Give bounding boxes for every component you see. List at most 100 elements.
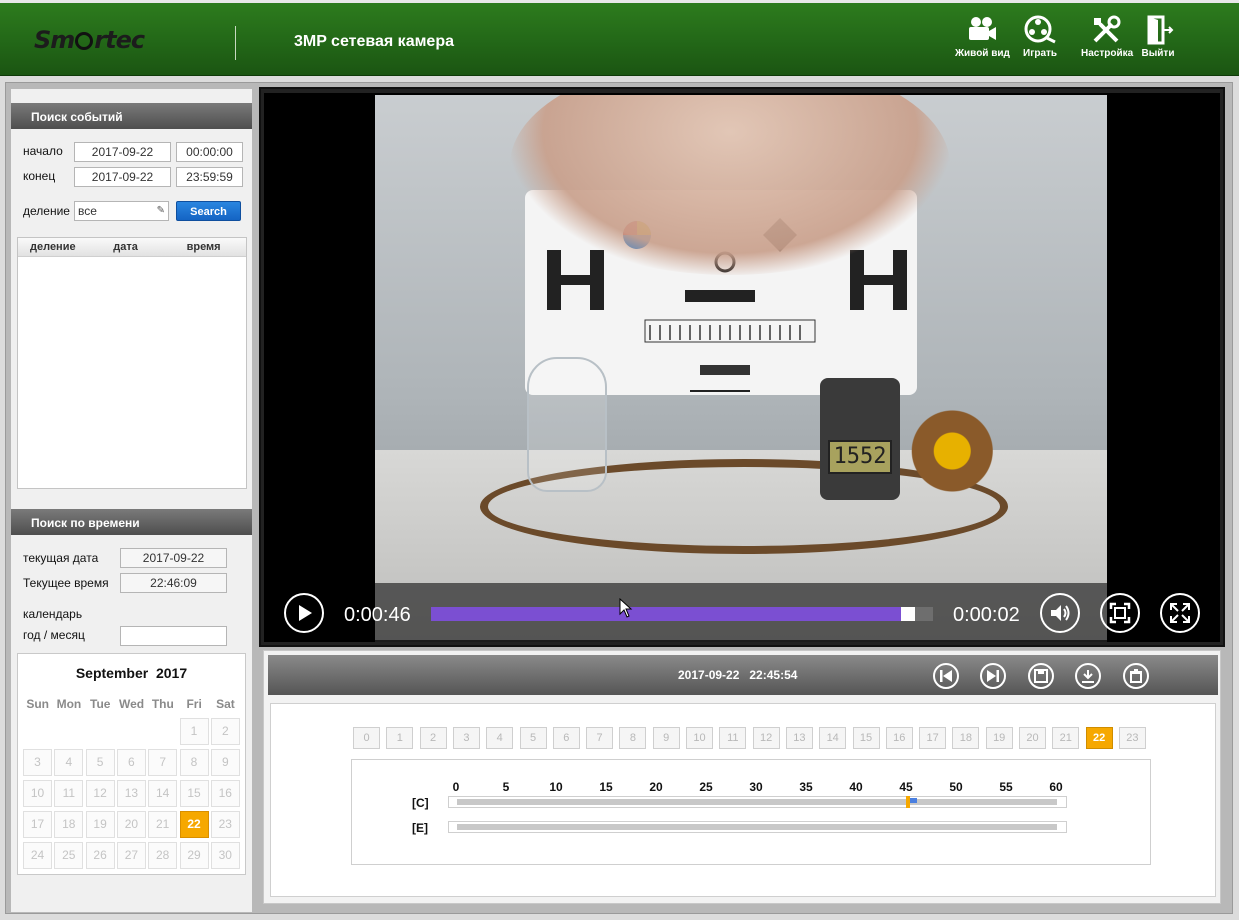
calendar-day[interactable]: 9 <box>210 749 240 776</box>
calendar-day[interactable]: 20 <box>116 811 146 838</box>
hour-button[interactable]: 20 <box>1019 727 1046 749</box>
download-button[interactable] <box>1075 663 1101 689</box>
hour-button[interactable]: 4 <box>486 727 514 749</box>
hour-button[interactable]: 11 <box>719 727 747 749</box>
column-time[interactable]: время <box>179 238 246 256</box>
weekday-label: Sat <box>216 697 235 711</box>
hour-button[interactable]: 15 <box>852 727 880 749</box>
nav-play[interactable]: Играть <box>1023 14 1057 59</box>
hour-button[interactable]: 2 <box>419 727 447 749</box>
hour-button[interactable]: 19 <box>985 727 1013 749</box>
hour-button[interactable]: 6 <box>552 727 580 749</box>
division-label: деление <box>23 204 70 218</box>
hour-button[interactable]: 17 <box>919 727 947 749</box>
hour-button[interactable]: 23 <box>1118 727 1146 749</box>
calendar-day[interactable]: 15 <box>179 780 209 807</box>
fit-screen-icon <box>1109 602 1131 624</box>
column-date[interactable]: дата <box>101 238 178 256</box>
app-header: Sm rtec 3MP сетевая камера Живой вид Игра… <box>0 0 1239 76</box>
start-time-field[interactable]: 00:00:00 <box>176 142 243 162</box>
calendar-day[interactable]: 14 <box>148 780 178 807</box>
calendar-day[interactable]: 26 <box>85 842 115 869</box>
calendar-day[interactable]: 21 <box>148 811 178 838</box>
calendar-day[interactable]: 1 <box>179 718 209 745</box>
timeline-position-marker[interactable] <box>906 796 910 808</box>
calendar-day[interactable]: 27 <box>116 842 146 869</box>
progress-bar[interactable] <box>431 607 933 621</box>
hour-button-active[interactable]: 22 <box>1085 727 1113 749</box>
play-button[interactable] <box>284 593 324 633</box>
calendar-day[interactable]: 12 <box>85 780 115 807</box>
hour-button[interactable]: 18 <box>952 727 980 749</box>
light-meter: 1552 <box>820 378 900 500</box>
calendar-day[interactable]: 28 <box>148 842 178 869</box>
calendar-day[interactable]: 30 <box>210 842 240 869</box>
hour-button[interactable]: 12 <box>752 727 780 749</box>
end-time-field[interactable]: 23:59:59 <box>176 167 243 187</box>
timeline-track-event[interactable] <box>448 821 1067 833</box>
calendar-day[interactable]: 25 <box>54 842 84 869</box>
hour-button[interactable]: 9 <box>652 727 680 749</box>
timeline-track-continuous[interactable] <box>448 796 1067 808</box>
hour-button[interactable]: 8 <box>619 727 647 749</box>
start-date-field[interactable]: 2017-09-22 <box>74 142 171 162</box>
save-button[interactable] <box>1028 663 1054 689</box>
hour-button[interactable]: 21 <box>1052 727 1080 749</box>
event-results-list: деление дата время <box>17 237 247 489</box>
calendar-day[interactable]: 16 <box>210 780 240 807</box>
hour-button[interactable]: 1 <box>386 727 414 749</box>
hour-button[interactable]: 7 <box>586 727 614 749</box>
calendar-day[interactable]: 19 <box>85 811 115 838</box>
current-date-field: 2017-09-22 <box>120 548 227 568</box>
calendar-day[interactable]: 18 <box>54 811 84 838</box>
top-strip <box>0 0 1239 3</box>
minute-tick-label: 0 <box>452 780 460 794</box>
end-date-field[interactable]: 2017-09-22 <box>74 167 171 187</box>
smartec-logo: Sm rtec <box>34 26 145 54</box>
nav-settings[interactable]: Настройка <box>1081 14 1133 59</box>
time-search-header: Поиск по времени <box>11 509 252 535</box>
current-date-label: текущая дата <box>23 551 99 565</box>
calendar-day[interactable]: 10 <box>23 780 52 807</box>
weekday-label: Wed <box>118 697 145 711</box>
calendar-day[interactable]: 13 <box>116 780 146 807</box>
calendar-day-selected[interactable]: 22 <box>179 811 209 838</box>
column-division[interactable]: деление <box>18 238 101 256</box>
hour-button[interactable]: 5 <box>519 727 547 749</box>
weekday-label: Thu <box>151 697 174 711</box>
calendar-day[interactable]: 3 <box>23 749 52 776</box>
fullscreen-button[interactable] <box>1160 593 1200 633</box>
next-clip-button[interactable] <box>980 663 1006 689</box>
progress-handle[interactable] <box>900 607 915 621</box>
calendar-day[interactable]: 29 <box>179 842 209 869</box>
hour-button[interactable]: 16 <box>885 727 913 749</box>
prev-clip-button[interactable] <box>933 663 959 689</box>
header-divider <box>235 26 236 60</box>
hour-button[interactable]: 13 <box>785 727 813 749</box>
fit-screen-button[interactable] <box>1100 593 1140 633</box>
calendar-day[interactable]: 5 <box>85 749 115 776</box>
division-select[interactable]: все ✎ <box>74 201 169 221</box>
calendar-label: календарь <box>23 607 83 621</box>
calendar-day[interactable]: 6 <box>116 749 146 776</box>
calendar-day[interactable]: 11 <box>54 780 84 807</box>
calendar-day[interactable]: 17 <box>23 811 52 838</box>
year-month-field[interactable] <box>120 626 227 646</box>
calendar-day[interactable]: 2 <box>210 718 240 745</box>
hour-button[interactable]: 0 <box>353 727 380 749</box>
video-frame[interactable]: 1552 0:00:46 0:00:02 <box>264 93 1220 642</box>
hour-button[interactable]: 3 <box>452 727 480 749</box>
calendar-day[interactable]: 23 <box>210 811 240 838</box>
calendar-day[interactable]: 4 <box>54 749 84 776</box>
calendar-day[interactable]: 24 <box>23 842 52 869</box>
calendar-day[interactable]: 7 <box>148 749 178 776</box>
search-button[interactable]: Search <box>176 201 241 221</box>
hour-button[interactable]: 14 <box>819 727 847 749</box>
delete-button[interactable] <box>1123 663 1149 689</box>
hour-button[interactable]: 10 <box>686 727 713 749</box>
end-label: конец <box>23 169 56 183</box>
volume-button[interactable] <box>1040 593 1080 633</box>
nav-live-view[interactable]: Живой вид <box>955 14 1010 59</box>
nav-exit[interactable]: Выйти <box>1141 14 1175 59</box>
calendar-day[interactable]: 8 <box>179 749 209 776</box>
